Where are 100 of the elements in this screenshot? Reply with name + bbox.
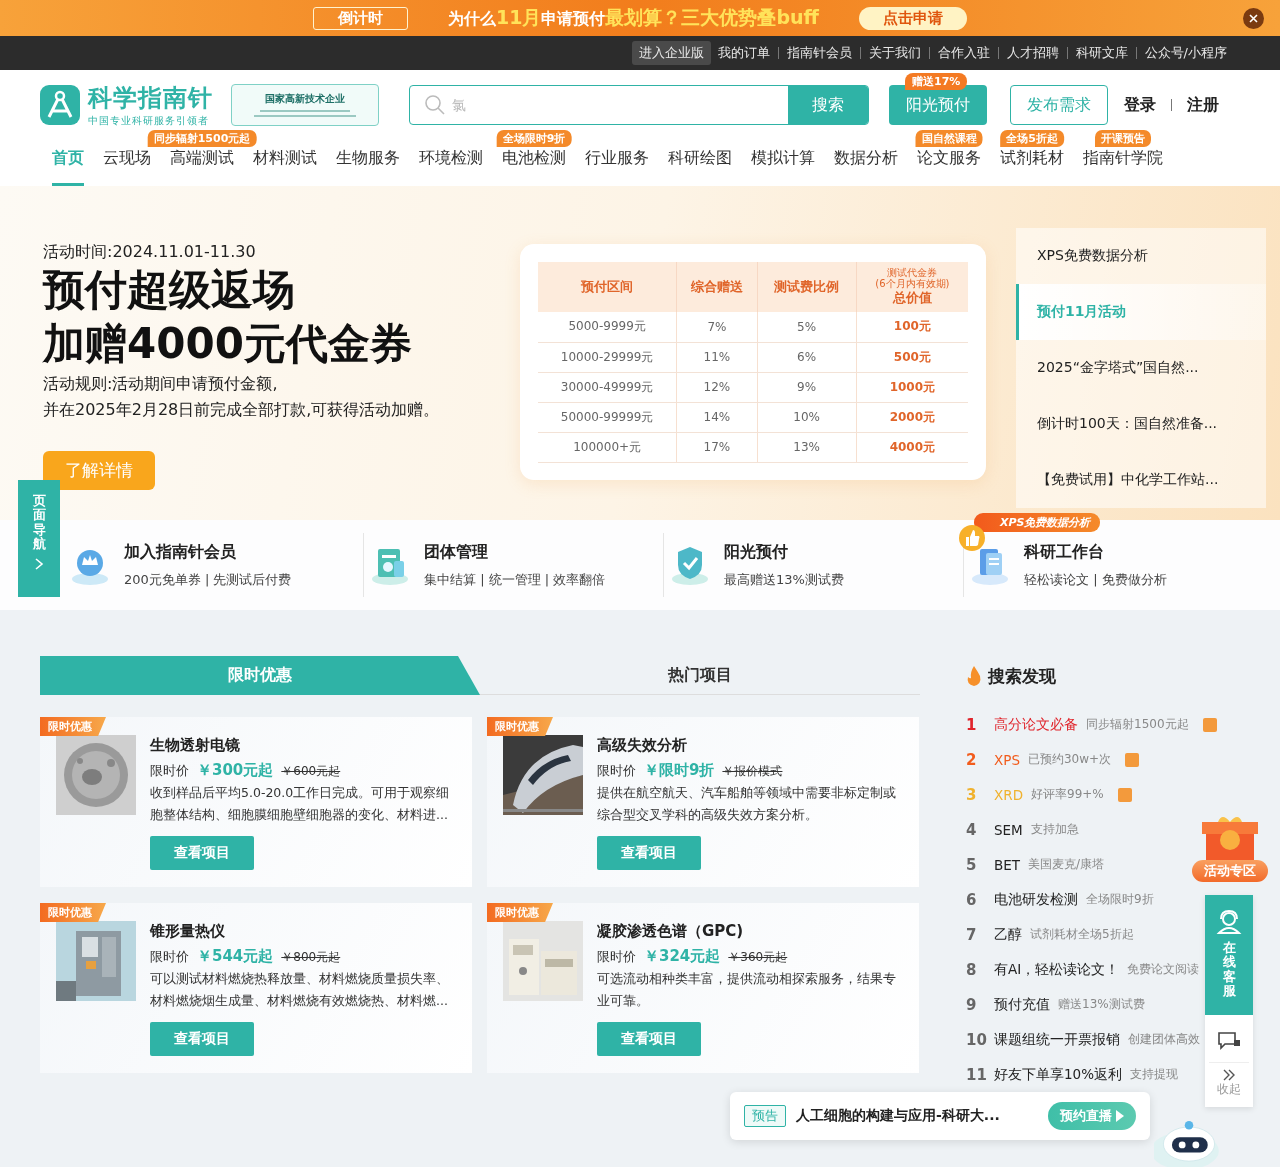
compass-logo-icon[interactable] <box>40 85 80 125</box>
column-header: 测试费比例 <box>757 262 857 312</box>
price-label: 限时价 <box>150 948 189 966</box>
thumbs-up-icon <box>958 524 986 552</box>
nav-item[interactable]: 科研绘图 <box>668 144 732 186</box>
top-link[interactable]: 人才招聘 <box>999 41 1066 65</box>
hot-icon <box>1202 717 1217 732</box>
search-note: 试剂耗材全场5折起 <box>1030 926 1134 943</box>
nav-item[interactable]: 模拟计算 <box>751 144 815 186</box>
nav-badge: 全场限时9折 <box>496 130 572 147</box>
nav-item[interactable]: 数据分析 <box>834 144 898 186</box>
table-cell: 12% <box>676 372 757 402</box>
search-term[interactable]: 电池研发检测 <box>994 890 1078 909</box>
side-menu-item[interactable]: XPS免费数据分析 <box>1016 228 1266 284</box>
nav-item[interactable]: 云现场 <box>103 144 151 186</box>
preview-tag: 预告 <box>744 1105 786 1127</box>
search-term[interactable]: 乙醇 <box>994 925 1022 944</box>
table-cell: 14% <box>676 402 757 432</box>
table-cell: 7% <box>676 312 757 342</box>
table-cell: 50000-99999元 <box>538 402 677 432</box>
search-note: 免费论文阅读 <box>1127 961 1200 978</box>
rank-number: 5 <box>966 855 978 874</box>
price-label: 限时价 <box>150 762 189 780</box>
nav-item[interactable]: 高端测试 <box>170 144 234 186</box>
deal-price: ￥限时9折 <box>644 761 715 780</box>
feature-title[interactable]: 科研工作台 <box>1024 541 1167 563</box>
activity-rule: 并在2025年2月28日前完成全部打款,可获得活动加赠。 <box>43 399 440 421</box>
search-note: 创建团体高效 <box>1128 1031 1200 1048</box>
top-link[interactable]: 公众号/小程序 <box>1137 41 1234 65</box>
feature-subtitle: 集中结算 | 统一管理 | 效率翻倍 <box>424 570 606 589</box>
deal-description: 可以测试材料燃烧热释放量、材料燃烧质量损失率、材料燃烧烟生成量、材料燃烧有效燃烧热、材料燃... <box>150 970 450 1010</box>
countdown-label: 倒计时 <box>313 6 408 30</box>
deal-price: ￥544元起 <box>197 947 274 966</box>
column-header: 综合赠送 <box>676 262 757 312</box>
nav-item[interactable]: 行业服务 <box>585 144 649 186</box>
table-cell: 11% <box>676 342 757 372</box>
table-cell: 10000-29999元 <box>538 342 677 372</box>
top-link[interactable]: 我的订单 <box>710 41 777 65</box>
rank-number: 11 <box>966 1065 988 1084</box>
search-note: 全场限时9折 <box>1086 891 1154 908</box>
side-menu-item[interactable]: 2025“金字塔式”国自然... <box>1016 340 1266 396</box>
activity-rule: 活动规则:活动期间申请预付金额, <box>43 373 278 395</box>
deal-title[interactable]: 生物透射电镜 <box>150 736 240 755</box>
deal-tag: 限时优惠 <box>487 903 553 922</box>
side-menu-item[interactable]: 【免费试用】中化学工作站... <box>1016 452 1266 508</box>
side-menu-item[interactable]: 倒计时100天：国自然准备... <box>1016 396 1266 452</box>
live-title[interactable]: 人工细胞的构建与应用-科研大... <box>796 1107 1038 1125</box>
feature-title[interactable]: 阳光预付 <box>724 541 844 563</box>
price-label: 限时价 <box>597 948 636 966</box>
nav-badge: 同步辐射1500元起 <box>147 130 257 147</box>
deal-title[interactable]: 锥形量热仪 <box>150 922 225 941</box>
feature-title[interactable]: 团体管理 <box>424 541 606 563</box>
table-cell: 10% <box>757 402 857 432</box>
search-term[interactable]: 预付充值 <box>994 995 1050 1014</box>
nav-item[interactable]: 电池检测 <box>502 144 566 186</box>
search-note: 好评率99+% <box>1031 786 1104 803</box>
table-cell: 100元 <box>856 312 968 342</box>
section-tab[interactable]: 热门项目 <box>480 656 920 695</box>
feature-title[interactable]: 加入指南针会员 <box>124 541 292 563</box>
search-term[interactable]: 好友下单享10%返利 <box>994 1065 1122 1084</box>
search-term[interactable]: 高分论文必备 <box>994 715 1078 734</box>
top-link[interactable]: 关于我们 <box>861 41 928 65</box>
table-cell: 17% <box>676 432 757 462</box>
nav-item[interactable]: 生物服务 <box>336 144 400 186</box>
deal-title[interactable]: 凝胶渗透色谱（GPC) <box>597 922 744 941</box>
column-header: 预付区间 <box>538 262 677 312</box>
nav-item[interactable]: 试剂耗材 <box>1000 144 1064 186</box>
search-term[interactable]: BET <box>994 856 1021 873</box>
nav-item[interactable]: 论文服务 <box>917 144 981 186</box>
table-cell: 1000元 <box>856 372 968 402</box>
close-icon[interactable] <box>1243 8 1264 29</box>
deal-tag: 限时优惠 <box>40 717 106 736</box>
top-link[interactable]: 合作入驻 <box>930 41 997 65</box>
top-link[interactable]: 科研文库 <box>1068 41 1135 65</box>
top-link[interactable]: 进入企业版 <box>631 41 711 65</box>
register-link[interactable]: 注册 <box>1187 94 1219 116</box>
column-header: 测试代金券 (6个月内有效期) 总价值 <box>856 262 968 312</box>
search-term[interactable]: 有AI，轻松读论文！ <box>994 960 1120 979</box>
hot-icon <box>1117 787 1132 802</box>
rank-number: 1 <box>966 715 978 734</box>
original-price: ￥360元起 <box>728 949 788 966</box>
login-link[interactable]: 登录 <box>1124 94 1156 116</box>
search-note: 支持提现 <box>1130 1066 1178 1083</box>
rank-number: 2 <box>966 750 978 769</box>
top-link[interactable]: 指南针会员 <box>779 41 859 65</box>
nav-item[interactable]: 环境检测 <box>419 144 483 186</box>
feature-badge: XPS免费数据分析 <box>974 513 1101 532</box>
rank-number: 9 <box>966 995 978 1014</box>
nav-item[interactable]: 指南针学院 <box>1083 144 1163 186</box>
search-note: 已预约30w+次 <box>1027 751 1112 768</box>
search-term[interactable]: SEM <box>994 821 1023 838</box>
table-cell: 100000+元 <box>538 432 677 462</box>
feedback-icon[interactable] <box>1217 1031 1241 1051</box>
nav-item[interactable]: 材料测试 <box>253 144 317 186</box>
search-term[interactable]: 课题组统一开票报销 <box>994 1030 1120 1049</box>
logo-name: 科学指南针 <box>88 83 213 114</box>
nav-badge: 开课预告 <box>1095 130 1151 147</box>
deal-description: 可选流动相种类丰富，提供流动相探索服务，结果专业可靠。 <box>597 970 897 1010</box>
table-cell: 5000-9999元 <box>538 312 677 342</box>
deal-title[interactable]: 高级失效分析 <box>597 736 687 755</box>
